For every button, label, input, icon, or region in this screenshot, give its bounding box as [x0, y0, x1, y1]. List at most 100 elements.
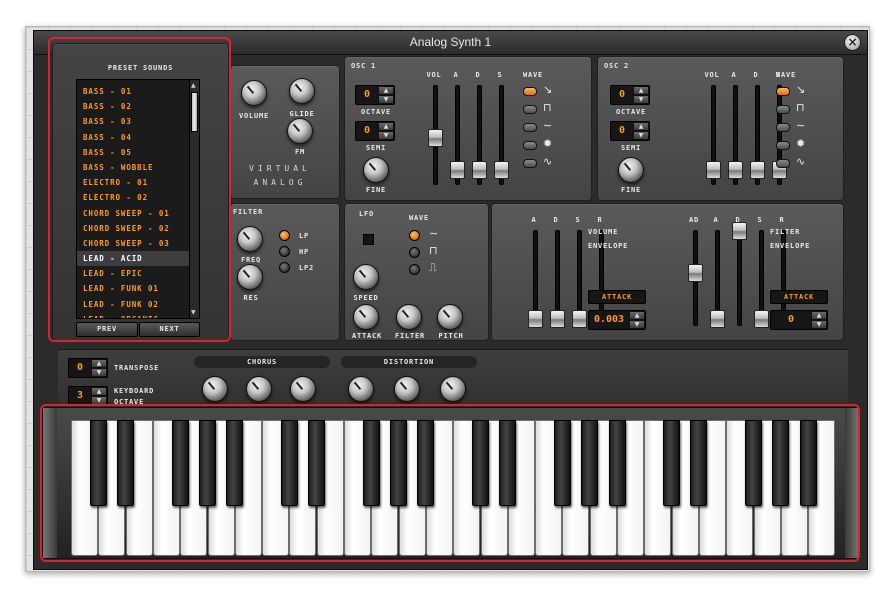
venv-slider-handle[interactable] — [550, 310, 565, 328]
chevron-down-icon[interactable]: ▼ — [633, 131, 649, 140]
osc1-panel: OSC 1 0 ▲ ▼ OCTAVE 0 ▲ ▼ SEMI FINE VOL A D… — [344, 56, 592, 201]
chevron-up-icon[interactable]: ▲ — [91, 387, 107, 396]
fenv-slider-track[interactable] — [737, 230, 742, 326]
close-icon[interactable]: × — [844, 34, 861, 51]
osc2-wave-ramp-button[interactable] — [776, 87, 790, 96]
osc1-slider-handle[interactable] — [450, 161, 465, 179]
osc2-panel: OSC 2 0 ▲ ▼ OCTAVE 0 ▲ ▼ SEMI FINE VOL A D… — [597, 56, 844, 201]
filter-lp2-radio[interactable] — [279, 262, 290, 273]
venv-slider-handle[interactable] — [572, 310, 587, 328]
glide-knob[interactable] — [289, 78, 315, 104]
osc1-wave-ramp-button[interactable] — [523, 87, 537, 96]
filter-hp-label: HP — [299, 248, 310, 256]
osc2-wave-sine-mod-button[interactable] — [776, 123, 790, 132]
osc1-wave-title: WAVE — [523, 71, 544, 79]
chevron-up-icon[interactable]: ▲ — [378, 122, 394, 131]
fenv-slider-handle[interactable] — [710, 310, 725, 328]
lfo-attack-knob[interactable] — [353, 304, 379, 330]
osc2-fine-knob[interactable] — [618, 157, 644, 183]
volume-attack-button[interactable]: ATTACK — [588, 290, 646, 304]
osc1-wave-square-button[interactable] — [523, 105, 537, 114]
lfo-wave-square-radio[interactable] — [409, 247, 420, 258]
distortion-distort-knob[interactable] — [440, 376, 466, 402]
osc1-slider-label: D — [475, 71, 481, 79]
osc2-semi-stepper[interactable]: 0 ▲ ▼ — [610, 121, 650, 141]
osc1-wave-noise-button[interactable] — [523, 141, 537, 150]
osc1-slider-handle[interactable] — [428, 129, 443, 147]
freq-knob[interactable] — [237, 226, 263, 252]
osc1-semi-value: 0 — [363, 125, 371, 136]
chorus-mix-knob[interactable] — [290, 376, 316, 402]
master-panel: VOLUME GLIDE FM VIRTUAL ANALOG — [230, 65, 340, 199]
chevron-up-icon[interactable]: ▲ — [633, 122, 649, 131]
lfo-wave-pulse-radio[interactable] — [409, 264, 420, 275]
osc2-wave-noise-button[interactable] — [776, 141, 790, 150]
lfo-panel: LFO WAVE ∼ ⊓ ⎍ SPEED ATTACK FILTER PITCH — [344, 203, 489, 341]
volume-attack-stepper[interactable]: 0.003 ▲ ▼ — [588, 310, 646, 330]
chevron-down-icon[interactable]: ▼ — [633, 95, 649, 104]
osc2-slider-handle[interactable] — [706, 161, 721, 179]
osc2-semi-value: 0 — [618, 125, 626, 136]
lfo-pitch-knob[interactable] — [437, 304, 463, 330]
chevron-down-icon[interactable]: ▼ — [811, 320, 827, 329]
sine-wave-icon: ∿ — [543, 155, 553, 168]
osc1-octave-stepper[interactable]: 0 ▲ ▼ — [355, 85, 395, 105]
osc1-semi-stepper[interactable]: 0 ▲ ▼ — [355, 121, 395, 141]
venv-slider-handle[interactable] — [528, 310, 543, 328]
distortion-modulate-knob[interactable] — [394, 376, 420, 402]
osc2-wave-square-button[interactable] — [776, 105, 790, 114]
lfo-title: LFO — [359, 210, 375, 218]
chevron-up-icon[interactable]: ▲ — [91, 359, 107, 368]
osc2-octave-label: OCTAVE — [615, 108, 647, 116]
filter-attack-stepper[interactable]: 0 ▲ ▼ — [770, 310, 828, 330]
osc1-wave-sine-button[interactable] — [523, 159, 537, 168]
chorus-speed-knob[interactable] — [246, 376, 272, 402]
chevron-down-icon[interactable]: ▼ — [629, 320, 645, 329]
distortion-drive-knob[interactable] — [348, 376, 374, 402]
osc1-slider-handle[interactable] — [472, 161, 487, 179]
chevron-down-icon[interactable]: ▼ — [91, 368, 107, 377]
lfo-speed-knob[interactable] — [353, 264, 379, 290]
keyboard-octave-stepper[interactable]: 3 ▲ ▼ — [68, 386, 108, 406]
filter-title: FILTER — [233, 208, 264, 216]
filter-lp-radio[interactable] — [279, 230, 290, 241]
filter-attack-button[interactable]: ATTACK — [770, 290, 828, 304]
volume-knob[interactable] — [241, 80, 267, 106]
lfo-wave-sine-radio[interactable] — [409, 230, 420, 241]
sine-mod-wave-icon: ∼ — [543, 119, 553, 132]
osc1-slider-handle[interactable] — [494, 161, 509, 179]
fenv-slider-handle[interactable] — [732, 222, 747, 240]
filter-attack-value: 0 — [787, 314, 795, 325]
osc2-wave-title: WAVE — [776, 71, 797, 79]
fm-knob[interactable] — [287, 118, 313, 144]
noise-wave-icon: ✹ — [543, 137, 553, 150]
bottom-strip: 0 ▲ ▼ TRANSPOSE 3 ▲ ▼ KEYBOARD OCTAVE CH… — [58, 349, 848, 414]
fenv-slider-label: AD — [688, 216, 700, 224]
osc2-slider-handle[interactable] — [728, 161, 743, 179]
chevron-up-icon[interactable]: ▲ — [633, 86, 649, 95]
osc2-wave-sine-button[interactable] — [776, 159, 790, 168]
chevron-down-icon[interactable]: ▼ — [378, 95, 394, 104]
osc2-slider-handle[interactable] — [750, 161, 765, 179]
lfo-pulse-wave-icon: ⎍ — [429, 261, 437, 274]
preset-highlight-box — [48, 37, 231, 342]
ramp-wave-icon: ↘ — [543, 83, 553, 96]
osc1-wave-sine-mod-button[interactable] — [523, 123, 537, 132]
chevron-up-icon[interactable]: ▲ — [811, 311, 827, 320]
osc2-octave-value: 0 — [618, 89, 626, 100]
osc2-octave-stepper[interactable]: 0 ▲ ▼ — [610, 85, 650, 105]
fenv-slider-handle[interactable] — [754, 310, 769, 328]
res-knob[interactable] — [237, 264, 263, 290]
chevron-down-icon[interactable]: ▼ — [378, 131, 394, 140]
chorus-level-knob[interactable] — [202, 376, 228, 402]
osc1-fine-knob[interactable] — [363, 157, 389, 183]
chevron-up-icon[interactable]: ▲ — [629, 311, 645, 320]
lfo-filter-knob[interactable] — [396, 304, 422, 330]
chevron-up-icon[interactable]: ▲ — [378, 86, 394, 95]
transpose-stepper[interactable]: 0 ▲ ▼ — [68, 358, 108, 378]
filter-hp-radio[interactable] — [279, 246, 290, 257]
fenv-slider-handle[interactable] — [688, 264, 703, 282]
venv-slider-label: R — [597, 216, 603, 224]
osc2-slider-label: D — [753, 71, 759, 79]
volume-envelope-label: VOLUME — [588, 228, 619, 236]
